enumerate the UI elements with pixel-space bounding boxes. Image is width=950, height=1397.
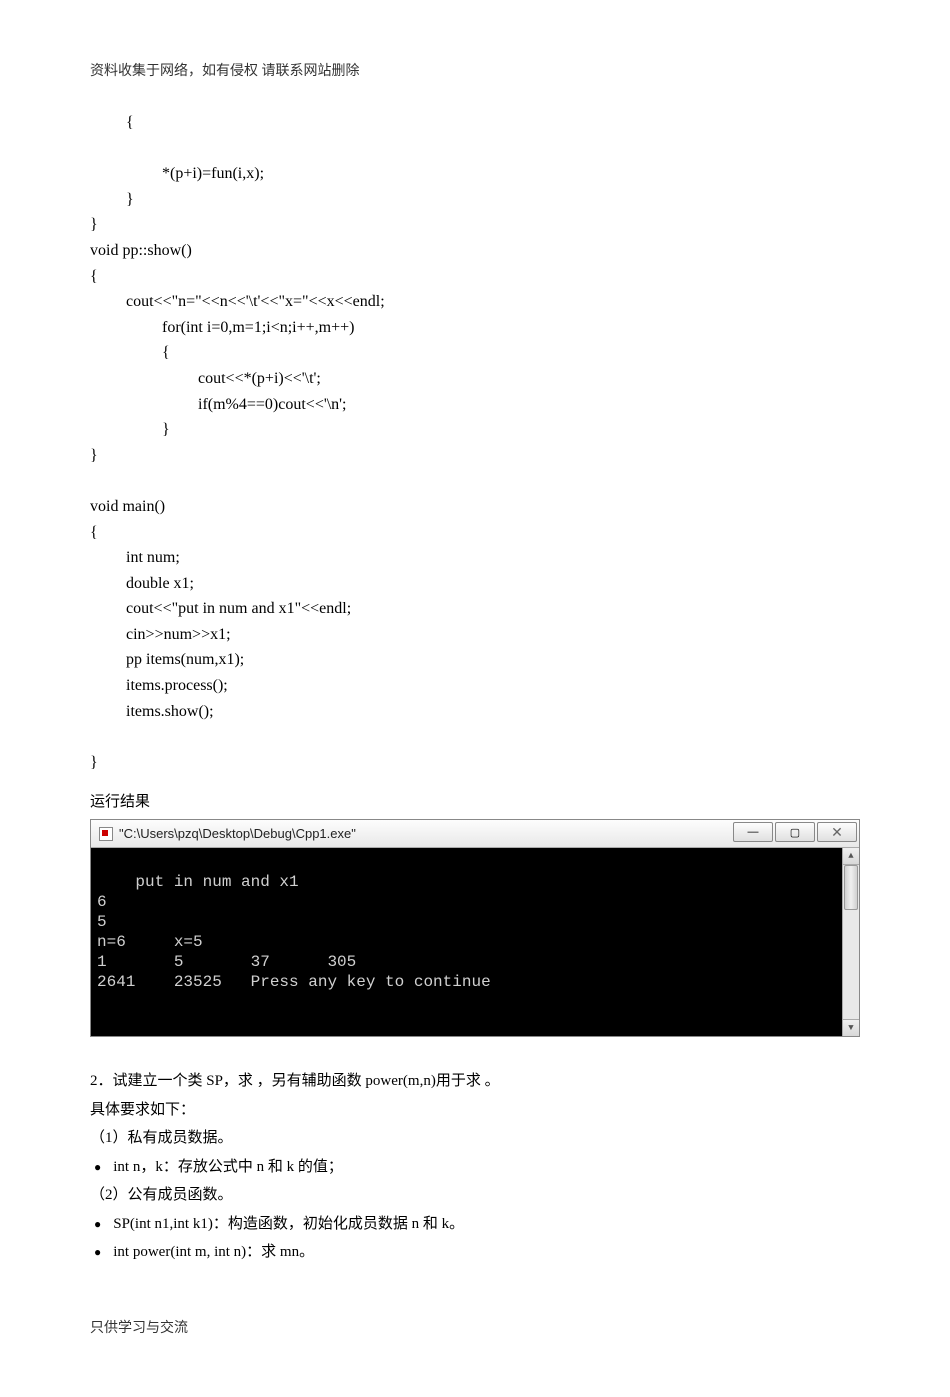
question-line: 2．试建立一个类 SP，求 ，另有辅助函数 power(m,n)用于求 。 (90, 1067, 860, 1096)
question-section: 2．试建立一个类 SP，求 ，另有辅助函数 power(m,n)用于求 。 具体… (90, 1067, 860, 1267)
code-line: items.show(); (90, 699, 860, 725)
titlebar-buttons: — ▢ ✕ (733, 820, 859, 847)
code-line: } (90, 750, 860, 776)
bullet-1-text: int n，k：存放公式中 n 和 k 的值； (113, 1153, 343, 1182)
scrollbar[interactable]: ▲ ▼ (842, 848, 859, 1036)
code-line: { (90, 110, 860, 136)
bullet-2-text: SP(int n1,int k1)：构造函数，初始化成员数据 n 和 k。 (113, 1210, 464, 1239)
bullet-dot-icon: ● (94, 1213, 101, 1236)
code-line (90, 724, 860, 750)
section-2: （2）公有成员函数。 (90, 1181, 860, 1210)
bullet-3: ● int power(int m, int n)：求 mn。 (90, 1238, 860, 1267)
code-line: double x1; (90, 571, 860, 597)
code-line: } (90, 212, 860, 238)
code-line: if(m%4==0)cout<<'\n'; (90, 392, 860, 418)
scroll-up-arrow[interactable]: ▲ (843, 848, 859, 865)
page-header: 资料收集于网络，如有侵权 请联系网站删除 (90, 60, 860, 80)
scroll-down-arrow[interactable]: ▼ (843, 1019, 859, 1036)
scrollbar-thumb[interactable] (844, 865, 858, 910)
app-icon (99, 827, 113, 841)
code-line: } (90, 417, 860, 443)
bullet-dot-icon: ● (94, 1241, 101, 1264)
requirements-label: 具体要求如下： (90, 1096, 860, 1125)
code-line: } (90, 443, 860, 469)
close-button[interactable]: ✕ (817, 822, 857, 842)
code-line: } (90, 187, 860, 213)
console-body: put in num and x1 6 5 n=6 x=5 1 5 37 305… (91, 848, 859, 1036)
bullet-1: ● int n，k：存放公式中 n 和 k 的值； (90, 1153, 860, 1182)
code-line: int num; (90, 545, 860, 571)
code-line: cout<<"n="<<n<<'\t'<<"x="<<x<<endl; (90, 289, 860, 315)
code-line (90, 468, 860, 494)
code-line: cout<<"put in num and x1"<<endl; (90, 596, 860, 622)
code-line: void pp::show() (90, 238, 860, 264)
bullet-2: ● SP(int n1,int k1)：构造函数，初始化成员数据 n 和 k。 (90, 1210, 860, 1239)
page-footer: 只供学习与交流 (90, 1317, 860, 1337)
code-line: { (90, 520, 860, 546)
code-line: pp items(num,x1); (90, 647, 860, 673)
run-result-label: 运行结果 (90, 790, 860, 811)
titlebar-left: "C:\Users\pzq\Desktop\Debug\Cpp1.exe" (99, 826, 356, 841)
code-line: cout<<*(p+i)<<'\t'; (90, 366, 860, 392)
code-line: void main() (90, 494, 860, 520)
code-line: cin>>num>>x1; (90, 622, 860, 648)
code-block: { *(p+i)=fun(i,x);}}void pp::show(){cout… (90, 110, 860, 775)
code-line: for(int i=0,m=1;i<n;i++,m++) (90, 315, 860, 341)
bullet-dot-icon: ● (94, 1156, 101, 1179)
bullet-3-text: int power(int m, int n)：求 mn。 (113, 1238, 314, 1267)
console-window: "C:\Users\pzq\Desktop\Debug\Cpp1.exe" — … (90, 819, 860, 1037)
titlebar: "C:\Users\pzq\Desktop\Debug\Cpp1.exe" — … (91, 820, 859, 848)
code-line: *(p+i)=fun(i,x); (90, 161, 860, 187)
code-line: { (90, 264, 860, 290)
window-title: "C:\Users\pzq\Desktop\Debug\Cpp1.exe" (119, 826, 356, 841)
console-output: put in num and x1 6 5 n=6 x=5 1 5 37 305… (97, 873, 491, 991)
code-line: { (90, 340, 860, 366)
section-1: （1）私有成员数据。 (90, 1124, 860, 1153)
minimize-button[interactable]: — (733, 822, 773, 842)
code-line (90, 136, 860, 162)
code-line: items.process(); (90, 673, 860, 699)
maximize-button[interactable]: ▢ (775, 822, 815, 842)
